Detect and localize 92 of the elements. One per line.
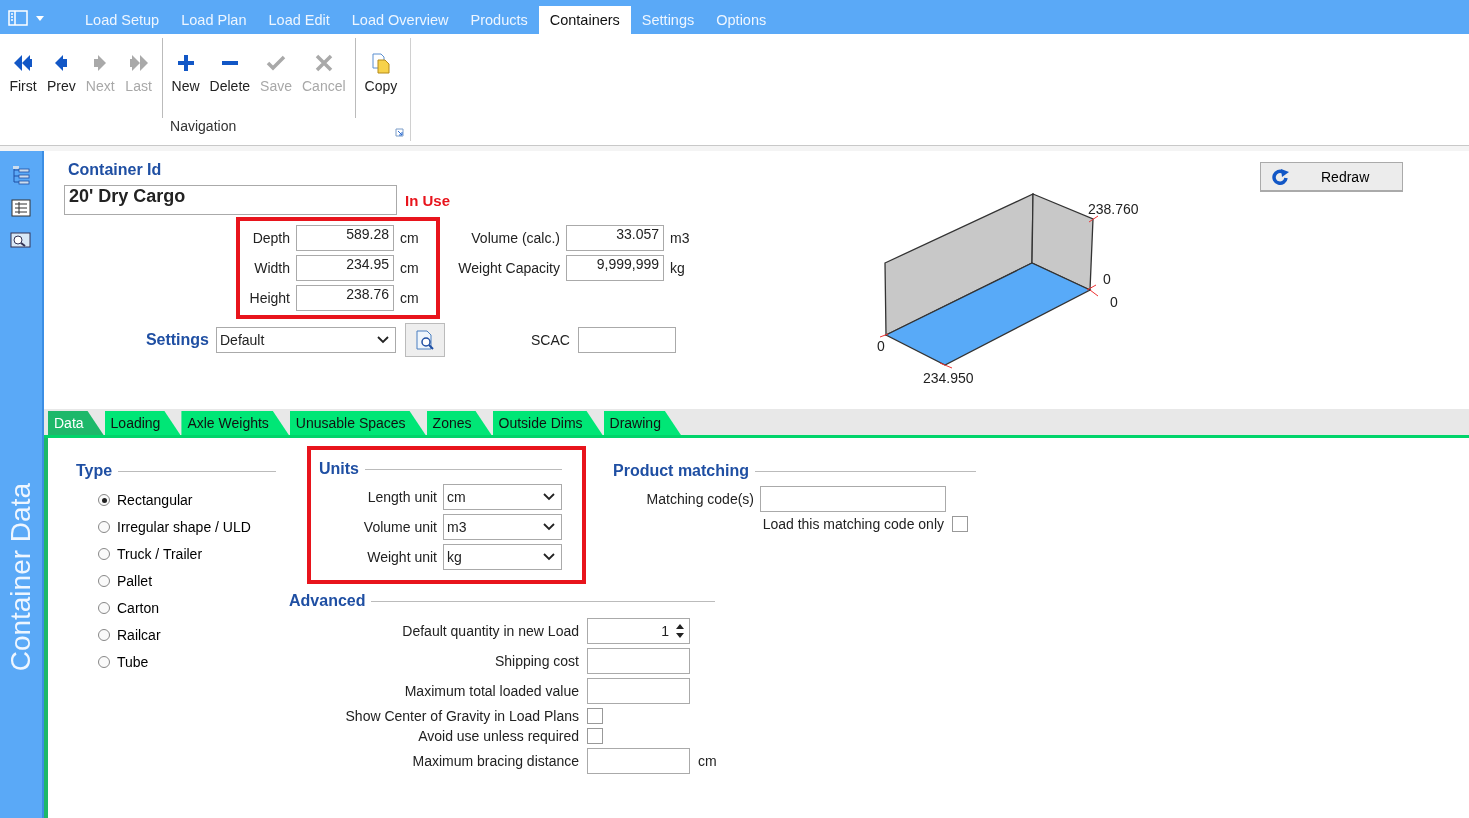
text-field[interactable] xyxy=(587,678,690,704)
number-field[interactable]: 238.76 xyxy=(296,285,394,311)
panel-title: Container Data xyxy=(5,483,37,672)
caret-icon[interactable] xyxy=(36,15,44,21)
field-label: Length unit xyxy=(366,489,437,505)
tree-icon[interactable] xyxy=(11,165,31,185)
prev-button[interactable]: Prev xyxy=(42,48,81,98)
list-icon[interactable] xyxy=(11,199,31,217)
field-label: Settings xyxy=(144,331,209,349)
radio-option[interactable]: Truck / Trailer xyxy=(98,546,276,562)
unit-dropdown[interactable]: kg xyxy=(443,544,562,570)
group-label: Navigation xyxy=(170,118,237,134)
unit-dropdown[interactable]: cm xyxy=(443,484,562,510)
section-tab[interactable]: Unusable Spaces xyxy=(289,411,426,435)
axis-label: 0 xyxy=(1110,294,1118,310)
group-title: Type xyxy=(76,462,113,480)
sidebar-layout-icon[interactable] xyxy=(8,10,28,26)
field-label: Container Id xyxy=(68,161,163,180)
preview-icon[interactable] xyxy=(10,231,32,249)
field-label: Width xyxy=(253,260,290,276)
field-label: Show Center of Gravity in Load Plans xyxy=(344,708,579,724)
radio-option[interactable]: Carton xyxy=(98,600,276,616)
field-label: Weight unit xyxy=(366,549,437,565)
number-field[interactable]: 9,999,999 xyxy=(566,255,664,281)
section-tab[interactable]: Outside Dims xyxy=(492,411,603,435)
field-label: Load this matching code only xyxy=(762,516,944,532)
field-label: SCAC xyxy=(531,332,570,348)
copy-button[interactable]: Copy xyxy=(359,48,403,98)
unit-label: cm xyxy=(698,753,718,769)
field-label: Default quantity in new Load xyxy=(401,623,579,639)
radio-option[interactable]: Irregular shape / ULD xyxy=(98,519,276,535)
field-label: Shipping cost xyxy=(493,653,579,669)
text-field[interactable] xyxy=(760,486,946,512)
axis-label: 0 xyxy=(877,338,885,354)
redraw-button[interactable]: Redraw xyxy=(1260,162,1403,192)
radio-option[interactable]: Tube xyxy=(98,654,276,670)
group-title: Units xyxy=(319,460,359,478)
text-field[interactable] xyxy=(587,648,690,674)
dialog-launcher-icon[interactable] xyxy=(395,128,405,137)
delete-button[interactable]: Delete xyxy=(204,48,256,98)
unit-label: kg xyxy=(670,260,686,276)
radio-option[interactable]: Railcar xyxy=(98,627,276,643)
section-tab[interactable]: Drawing xyxy=(603,411,681,435)
scac-field[interactable] xyxy=(577,327,676,353)
group-title: Advanced xyxy=(289,592,366,610)
chevron-down-icon xyxy=(543,493,555,501)
number-field[interactable]: 589.28 xyxy=(296,225,394,251)
new-button[interactable]: New xyxy=(166,48,205,98)
unit-label: cm xyxy=(400,290,420,306)
radio-option[interactable]: Rectangular xyxy=(98,492,276,508)
number-spinner[interactable]: 1 xyxy=(587,618,690,644)
unit-label: cm xyxy=(400,260,420,276)
preview-button[interactable] xyxy=(405,323,445,357)
section-tab[interactable]: Zones xyxy=(426,411,492,435)
radio-option[interactable]: Pallet xyxy=(98,573,276,589)
section-tab[interactable]: Axle Weights xyxy=(181,411,289,435)
field-label: Depth xyxy=(251,230,290,246)
settings-dropdown[interactable]: Default xyxy=(216,327,396,353)
field-label: Weight Capacity xyxy=(457,260,560,276)
axis-label: 238.760 xyxy=(1088,201,1139,217)
field-label: Maximum bracing distance xyxy=(411,753,579,769)
chevron-down-icon xyxy=(377,336,389,344)
chevron-down-icon xyxy=(543,523,555,531)
field-label: Maximum total loaded value xyxy=(403,683,579,699)
container-id-field[interactable]: 20' Dry Cargo xyxy=(64,185,397,215)
refresh-icon xyxy=(1271,168,1291,185)
section-tab[interactable]: Loading xyxy=(104,411,181,435)
field-label: Matching code(s) xyxy=(646,491,754,507)
checkbox[interactable] xyxy=(587,708,603,724)
field-label: Volume (calc.) xyxy=(470,230,560,246)
number-field[interactable]: 234.95 xyxy=(296,255,394,281)
double-right-arrow-icon xyxy=(127,52,150,74)
number-field[interactable]: 33.057 xyxy=(566,225,664,251)
checkbox[interactable] xyxy=(587,728,603,744)
field-label: Volume unit xyxy=(362,519,437,535)
document-search-icon xyxy=(414,329,436,351)
checkbox[interactable] xyxy=(952,516,968,532)
menu-tab[interactable]: Containers xyxy=(538,6,631,34)
unit-dropdown[interactable]: m3 xyxy=(443,514,562,540)
field-label: Avoid use unless required xyxy=(417,728,579,744)
minus-icon xyxy=(221,61,238,65)
status-label: In Use xyxy=(405,191,450,209)
axis-label: 0 xyxy=(1103,271,1111,287)
unit-label: cm xyxy=(400,230,420,246)
copy-icon xyxy=(369,52,392,74)
group-title: Product matching xyxy=(613,462,749,480)
text-field[interactable] xyxy=(587,748,690,774)
first-button[interactable]: First xyxy=(4,48,42,98)
chevron-down-icon xyxy=(543,553,555,561)
unit-label: m3 xyxy=(670,230,691,246)
field-label: Height xyxy=(248,290,290,306)
axis-label: 234.950 xyxy=(923,370,974,386)
